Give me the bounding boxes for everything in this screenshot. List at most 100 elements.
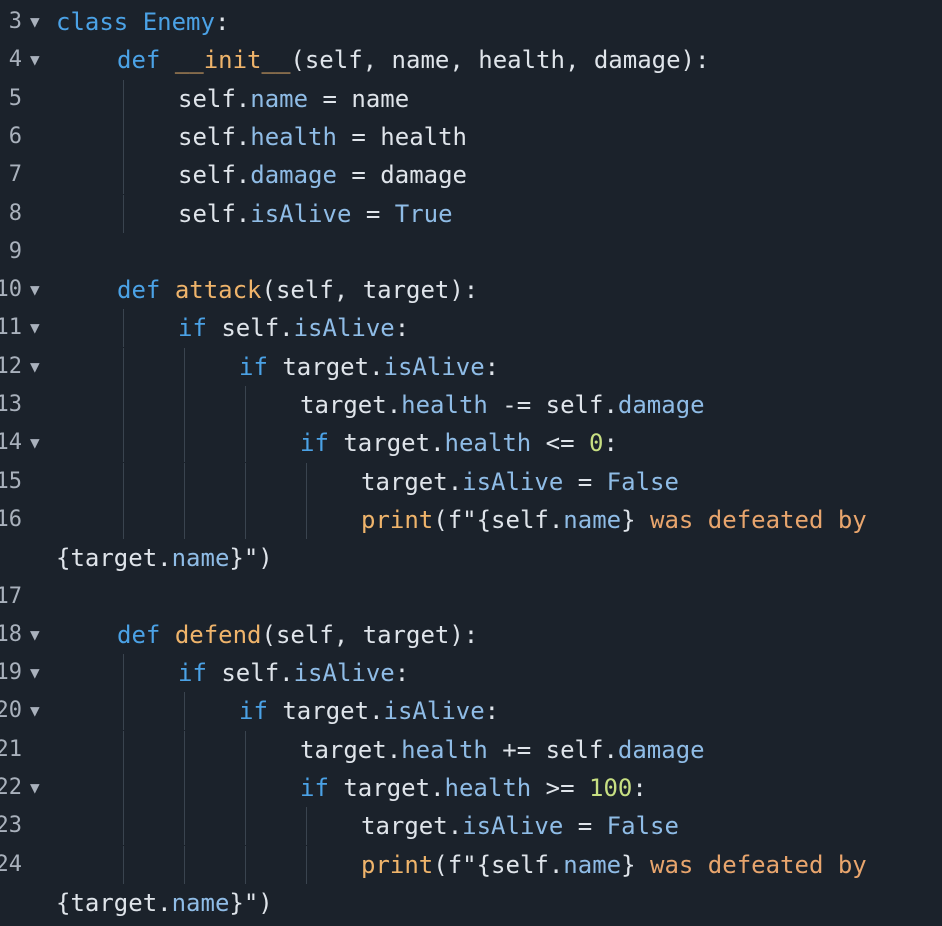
indent-guide: [123, 309, 124, 348]
fold-arrow-icon[interactable]: ▼: [30, 309, 40, 347]
code-token: if: [239, 352, 268, 381]
code-token: if: [300, 774, 329, 802]
code-text[interactable]: target.isAlive = False: [361, 807, 679, 845]
code-line[interactable]: 20 ▼ if target.isAlive:: [0, 692, 942, 731]
indent-guide: [123, 807, 124, 846]
code-text[interactable]: def attack(self, target):: [117, 271, 478, 309]
code-text[interactable]: self.isAlive = True: [178, 195, 453, 233]
gutter: 4 ▼: [0, 41, 52, 79]
code-line[interactable]: 18 ▼ def defend(self, target):: [0, 616, 942, 654]
code-line[interactable]: 21 target.health += self.damage: [0, 730, 942, 769]
indent-guide: [184, 347, 185, 386]
code-text[interactable]: if target.health <= 0:: [300, 424, 618, 462]
code-token: :: [484, 697, 500, 726]
code-token: self: [178, 122, 236, 151]
code-text[interactable]: print(f"{self.name} was defeated by: [361, 846, 867, 884]
code-line[interactable]: 16 print(f"{self.name} was defeated by: [0, 500, 942, 539]
code-text[interactable]: class Enemy:: [56, 3, 229, 41]
indent-guide: [184, 462, 185, 501]
code-token: .: [235, 199, 251, 228]
code-token: .: [235, 161, 251, 190]
fold-arrow-icon[interactable]: ▼: [30, 654, 40, 692]
code-line[interactable]: 17: [0, 578, 942, 616]
code-line[interactable]: 8 self.isAlive = True: [0, 194, 942, 233]
code-line[interactable]: 19 ▼ if self.isAlive:: [0, 654, 942, 693]
code-token: name: [171, 544, 230, 573]
gutter: 10 ▼: [0, 271, 52, 309]
code-text[interactable]: {target.name}"): [56, 884, 273, 922]
code-token: self: [178, 199, 236, 228]
code-text[interactable]: def __init__(self, name, health, damage)…: [117, 41, 709, 79]
code-token: .: [447, 467, 463, 496]
code-token: __init__: [174, 46, 291, 75]
code-line[interactable]: 11 ▼ if self.isAlive:: [0, 309, 942, 348]
code-line[interactable]: 13 target.health -= self.damage: [0, 386, 942, 424]
line-number: 18: [0, 621, 22, 647]
code-token: was defeated by: [635, 505, 867, 534]
code-line[interactable]: 4 ▼ def __init__(self, name, health, damag…: [0, 41, 942, 79]
code-line[interactable]: 5 self.name = name: [0, 79, 942, 118]
code-line[interactable]: 14 ▼ if target.health <= 0:: [0, 424, 942, 463]
code-line[interactable]: 7 self.damage = damage: [0, 156, 942, 195]
code-token: target: [300, 735, 387, 764]
fold-arrow-icon[interactable]: ▼: [30, 3, 40, 41]
code-line[interactable]: 15 target.isAlive = False: [0, 462, 942, 501]
code-line[interactable]: 24 print(f"{self.name} was defeated by: [0, 845, 942, 884]
code-editor[interactable]: 3 ▼ class Enemy: 4 ▼ def __init__(self, name,…: [0, 0, 942, 926]
code-text[interactable]: def defend(self, target):: [117, 616, 478, 654]
code-text[interactable]: {target.name}"): [56, 539, 273, 577]
code-text[interactable]: target.health -= self.damage: [300, 386, 705, 424]
fold-arrow-icon[interactable]: ▼: [30, 769, 40, 807]
code-line[interactable]: 10 ▼ def attack(self, target):: [0, 271, 942, 309]
code-token: (f"{self: [433, 850, 549, 879]
line-number: 6: [8, 123, 22, 149]
code-text[interactable]: target.health += self.damage: [300, 731, 705, 769]
code-text[interactable]: if self.isAlive:: [178, 309, 409, 347]
gutter: [0, 539, 52, 577]
code-line[interactable]: {target.name}"): [0, 884, 942, 922]
fold-arrow-icon[interactable]: ▼: [30, 271, 40, 309]
indent-guide: [184, 500, 185, 539]
indent-guide: [184, 424, 185, 463]
code-text[interactable]: self.name = name: [178, 80, 409, 118]
code-text[interactable]: print(f"{self.name} was defeated by: [361, 501, 867, 539]
code-token: = health: [336, 122, 467, 151]
code-token: damage: [250, 161, 337, 190]
code-text[interactable]: self.damage = damage: [178, 156, 467, 194]
code-text[interactable]: if self.isAlive:: [178, 654, 409, 692]
code-line[interactable]: 9: [0, 233, 942, 271]
code-token: isAlive: [383, 352, 485, 381]
code-line[interactable]: 6 self.health = health: [0, 117, 942, 156]
code-token: name: [563, 505, 622, 534]
fold-arrow-icon[interactable]: ▼: [30, 692, 40, 730]
code-line[interactable]: 12 ▼ if target.isAlive:: [0, 347, 942, 386]
line-number: 9: [8, 238, 22, 264]
fold-arrow-icon[interactable]: ▼: [30, 348, 40, 386]
code-token: }: [621, 850, 636, 879]
code-text[interactable]: target.isAlive = False: [361, 463, 679, 501]
code-token: :: [603, 429, 618, 458]
code-text[interactable]: if target.isAlive:: [239, 348, 499, 386]
code-token: health: [401, 391, 488, 419]
line-number: 5: [8, 85, 22, 111]
code-text[interactable]: if target.isAlive:: [239, 692, 499, 730]
gutter: 11 ▼: [0, 309, 52, 347]
line-number: 13: [0, 392, 22, 417]
code-token: isAlive: [293, 659, 395, 688]
fold-arrow-icon[interactable]: ▼: [30, 424, 40, 462]
code-text[interactable]: self.health = health: [178, 118, 467, 156]
code-line[interactable]: 3 ▼ class Enemy:: [0, 3, 942, 41]
gutter: 22 ▼: [0, 769, 52, 807]
fold-arrow-icon[interactable]: ▼: [30, 41, 40, 79]
indent-guide: [123, 117, 124, 156]
code-token: (self, name, health, damage):: [290, 46, 710, 75]
code-text[interactable]: if target.health >= 100:: [300, 769, 647, 807]
code-token: was defeated by: [635, 850, 867, 879]
fold-arrow-icon[interactable]: ▼: [30, 616, 40, 654]
code-token: False: [606, 812, 679, 841]
line-number: 16: [0, 506, 22, 532]
line-number: 19: [0, 660, 22, 686]
code-line[interactable]: {target.name}"): [0, 539, 942, 577]
code-line[interactable]: 22 ▼ if target.health >= 100:: [0, 769, 942, 807]
code-line[interactable]: 23 target.isAlive = False: [0, 807, 942, 846]
